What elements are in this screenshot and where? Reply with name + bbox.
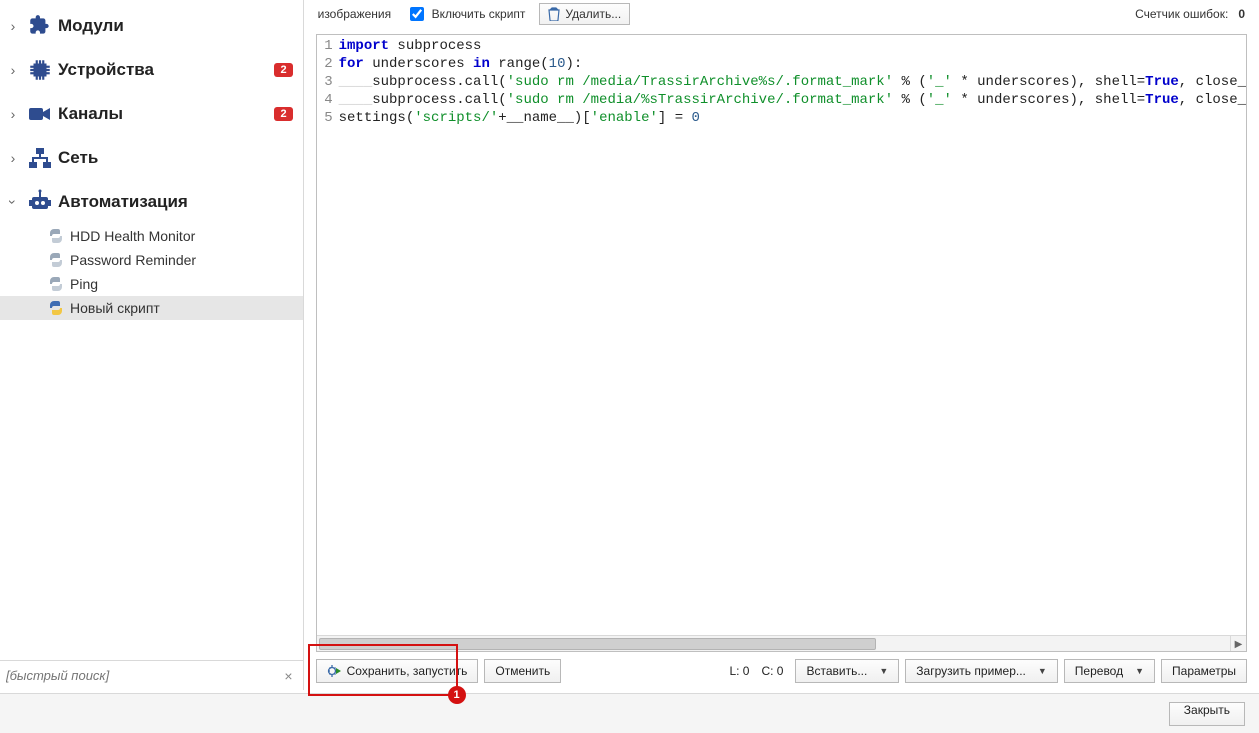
sidebar-item-label: Ping: [66, 276, 98, 292]
count-badge: 2: [274, 107, 292, 121]
caret-down-icon: ▼: [1135, 666, 1144, 676]
code-line: 1import subprocess: [317, 37, 1246, 55]
line-number: 4: [317, 91, 339, 109]
chip-icon: [22, 57, 58, 83]
script-item-password-reminder[interactable]: Password Reminder: [0, 248, 303, 272]
line-number: 1: [317, 37, 339, 55]
code-content: for underscores in range(10):: [339, 55, 583, 73]
code-area[interactable]: 1import subprocess2for underscores in ra…: [317, 35, 1246, 635]
sidebar-item-label: Устройства: [58, 60, 274, 80]
line-number: 2: [317, 55, 339, 73]
close-button[interactable]: Закрыть: [1169, 702, 1245, 726]
translate-dropdown[interactable]: Перевод ▼: [1064, 659, 1155, 683]
cursor-col-label: C: 0: [761, 664, 783, 678]
code-line: 3____subprocess.call('sudo rm /media/Tra…: [317, 73, 1246, 91]
sidebar: › Модули › Устройства 2 ›: [0, 0, 304, 690]
params-button[interactable]: Параметры: [1161, 659, 1247, 683]
chevron-right-icon: ›: [4, 18, 22, 34]
error-counter-label: Счетчик ошибок:: [1135, 7, 1228, 21]
clear-search-icon[interactable]: ×: [278, 668, 298, 684]
code-content: import subprocess: [339, 37, 482, 55]
delete-button[interactable]: Удалить...: [539, 3, 630, 25]
chevron-right-icon: ›: [4, 150, 22, 166]
save-run-label: Сохранить, запустить: [347, 664, 468, 678]
cursor-line-label: L: 0: [729, 664, 749, 678]
python-icon: [46, 276, 66, 292]
insert-dropdown[interactable]: Вставить... ▼: [795, 659, 899, 683]
code-content: ____subprocess.call('sudo rm /media/%sTr…: [339, 91, 1246, 109]
code-editor[interactable]: 1import subprocess2for underscores in ra…: [316, 34, 1247, 652]
main-panel: изображения Включить скрипт Удалить... С…: [304, 0, 1259, 690]
network-icon: [22, 146, 58, 170]
python-icon: [46, 228, 66, 244]
chevron-right-icon: ›: [4, 62, 22, 78]
sidebar-item-label: HDD Health Monitor: [66, 228, 195, 244]
params-label: Параметры: [1172, 664, 1236, 678]
script-item-hdd-health[interactable]: HDD Health Monitor: [0, 224, 303, 248]
load-example-dropdown[interactable]: Загрузить пример... ▼: [905, 659, 1058, 683]
script-item-ping[interactable]: Ping: [0, 272, 303, 296]
python-icon: [46, 300, 66, 316]
python-icon: [46, 252, 66, 268]
code-line: 2for underscores in range(10):: [317, 55, 1246, 73]
script-toolbar: изображения Включить скрипт Удалить... С…: [304, 0, 1259, 28]
load-example-label: Загрузить пример...: [916, 664, 1026, 678]
count-badge: 2: [274, 63, 292, 77]
error-counter-value: 0: [1238, 7, 1245, 21]
enable-script-checkbox[interactable]: Включить скрипт: [406, 4, 526, 24]
editor-bottom-bar: Сохранить, запустить Отменить L: 0 C: 0 …: [304, 652, 1259, 690]
window-footer: Закрыть: [0, 693, 1259, 733]
puzzle-icon: [22, 13, 58, 39]
script-item-new-script[interactable]: Новый скрипт: [0, 296, 303, 320]
annotation-number: 1: [448, 686, 466, 704]
sidebar-item-label: Автоматизация: [58, 192, 293, 212]
code-line: 4____subprocess.call('sudo rm /media/%sT…: [317, 91, 1246, 109]
sidebar-item-label: Password Reminder: [66, 252, 196, 268]
images-label: изображения: [318, 7, 398, 21]
gear-run-icon: [327, 664, 341, 678]
save-run-button[interactable]: Сохранить, запустить: [316, 659, 479, 683]
sidebar-item-automation[interactable]: › Автоматизация: [0, 180, 303, 224]
cancel-button[interactable]: Отменить: [484, 659, 561, 683]
code-line: 5settings('scripts/'+__name__)['enable']…: [317, 109, 1246, 127]
horizontal-scrollbar[interactable]: ▶: [317, 635, 1246, 651]
sidebar-item-label: Сеть: [58, 148, 293, 168]
nav-tree: › Модули › Устройства 2 ›: [0, 0, 303, 660]
delete-label: Удалить...: [565, 7, 621, 21]
scroll-right-icon[interactable]: ▶: [1230, 636, 1246, 652]
chevron-down-icon: ›: [5, 193, 21, 211]
sidebar-item-devices[interactable]: › Устройства 2: [0, 48, 303, 92]
close-label: Закрыть: [1184, 703, 1230, 717]
line-number: 3: [317, 73, 339, 91]
caret-down-icon: ▼: [879, 666, 888, 676]
robot-icon: [22, 189, 58, 215]
translate-label: Перевод: [1075, 664, 1123, 678]
sidebar-item-network[interactable]: › Сеть: [0, 136, 303, 180]
automation-children: HDD Health Monitor Password Reminder Pin…: [0, 224, 303, 320]
sidebar-item-label: Каналы: [58, 104, 274, 124]
quick-search-input[interactable]: [4, 667, 278, 684]
insert-label: Вставить...: [806, 664, 867, 678]
caret-down-icon: ▼: [1038, 666, 1047, 676]
scroll-thumb[interactable]: [319, 638, 877, 650]
sidebar-item-label: Новый скрипт: [66, 300, 160, 316]
cancel-label: Отменить: [495, 664, 550, 678]
sidebar-item-label: Модули: [58, 16, 293, 36]
camera-icon: [22, 104, 58, 124]
line-number: 5: [317, 109, 339, 127]
enable-script-input[interactable]: [410, 7, 424, 21]
trash-icon: [548, 7, 560, 21]
chevron-right-icon: ›: [4, 106, 22, 122]
sidebar-item-channels[interactable]: › Каналы 2: [0, 92, 303, 136]
sidebar-item-modules[interactable]: › Модули: [0, 4, 303, 48]
enable-script-label: Включить скрипт: [432, 7, 526, 21]
code-content: settings('scripts/'+__name__)['enable'] …: [339, 109, 700, 127]
code-content: ____subprocess.call('sudo rm /media/Tras…: [339, 73, 1246, 91]
quick-search-row: ×: [0, 660, 303, 690]
